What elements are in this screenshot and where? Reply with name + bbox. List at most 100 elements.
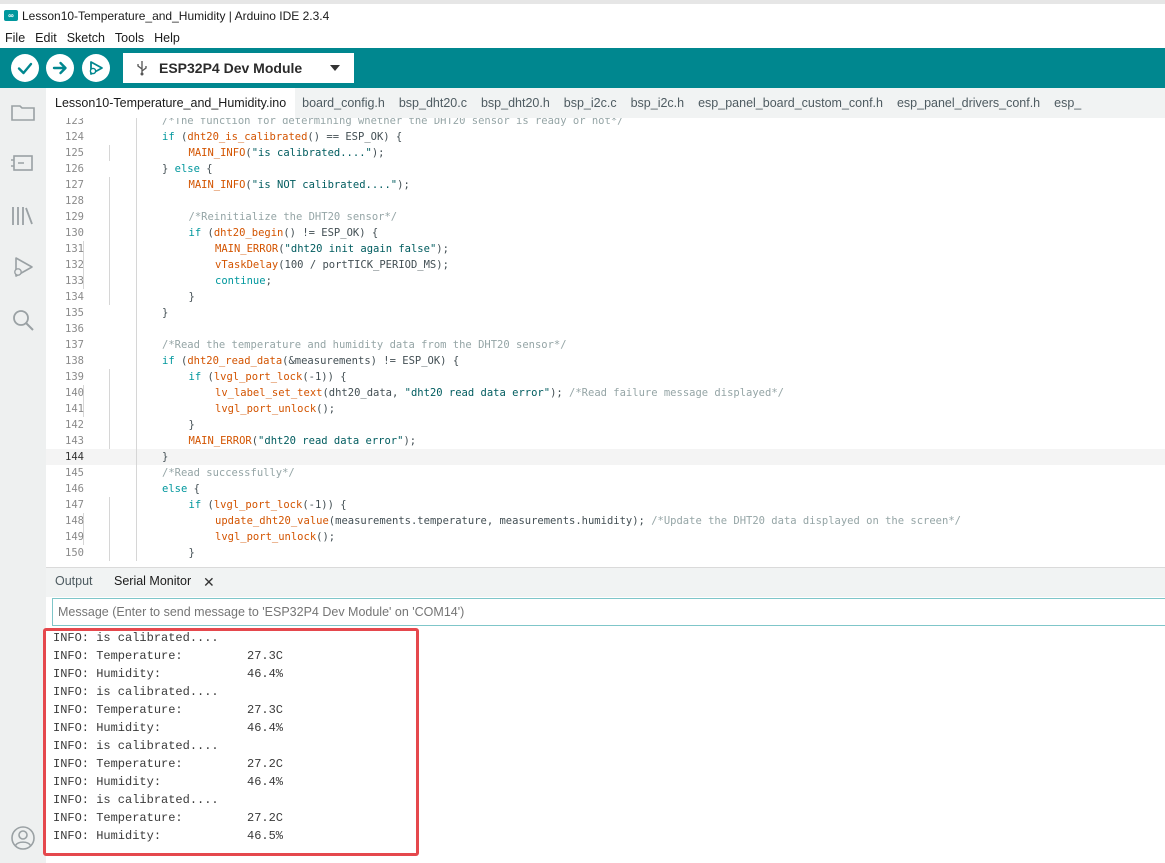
menu-tools[interactable]: Tools: [110, 31, 149, 45]
serial-message-input[interactable]: [52, 598, 1165, 626]
code-line[interactable]: 145 /*Read successfully*/: [46, 465, 1165, 481]
line-number: 139: [65, 371, 84, 383]
indent-guide: [135, 369, 137, 385]
tab-bsp-dht20-c[interactable]: bsp_dht20.c: [392, 88, 474, 118]
code-line[interactable]: 142}: [46, 417, 1165, 433]
code-editor[interactable]: 123 /*The function for determining whethe…: [46, 118, 1165, 566]
line-number: 127: [65, 179, 84, 191]
line-number: 148: [65, 515, 84, 527]
line-number: 138: [65, 355, 84, 367]
code-line[interactable]: 125 MAIN_INFO("is calibrated....");: [46, 145, 1165, 161]
chevron-down-icon: [330, 65, 340, 71]
close-icon[interactable]: ✕: [203, 574, 215, 591]
search-icon[interactable]: [10, 307, 36, 333]
indent-guide: [135, 385, 137, 401]
code-line[interactable]: 132 vTaskDelay(100 / portTICK_PERIOD_MS);: [46, 257, 1165, 273]
line-number: 126: [65, 163, 84, 175]
tab-output[interactable]: Output: [55, 574, 93, 588]
indent-guide: [135, 305, 137, 321]
indent-guide: [135, 129, 137, 145]
menu-file[interactable]: File: [0, 31, 30, 45]
code-text: }: [162, 451, 169, 463]
tab-board-config-h[interactable]: board_config.h: [295, 88, 392, 118]
line-number: 135: [65, 307, 84, 319]
indent-guide: [135, 433, 137, 449]
line-number: 145: [65, 467, 84, 479]
indent-guide: [135, 465, 137, 481]
line-number: 149: [65, 531, 84, 543]
line-number: 123: [65, 118, 84, 127]
code-line[interactable]: 146 else {: [46, 481, 1165, 497]
toolbar: ESP32P4 Dev Module: [0, 48, 1165, 88]
indent-guide: [135, 497, 137, 513]
tab-bsp-i2c-h[interactable]: bsp_i2c.h: [624, 88, 692, 118]
line-number: 133: [65, 275, 84, 287]
code-line[interactable]: 129 /*Reinitialize the DHT20 sensor*/: [46, 209, 1165, 225]
tab-bsp-dht20-h[interactable]: bsp_dht20.h: [474, 88, 557, 118]
code-line[interactable]: 137 /*Read the temperature and humidity d…: [46, 337, 1165, 353]
code-text: }: [162, 307, 169, 319]
boards-manager-icon[interactable]: [10, 150, 36, 176]
code-line[interactable]: 123 /*The function for determining whethe…: [46, 118, 1165, 129]
tab-esp-overflow[interactable]: esp_: [1047, 88, 1088, 118]
highlight-annotation-box: [43, 628, 419, 856]
code-line[interactable]: 130 if (dht20_begin() != ESP_OK) {: [46, 225, 1165, 241]
line-number: 130: [65, 227, 84, 239]
code-line[interactable]: 134}: [46, 289, 1165, 305]
tab-bsp-i2c-c[interactable]: bsp_i2c.c: [557, 88, 624, 118]
code-text: /*The function for determining whether t…: [162, 118, 624, 127]
indent-guide: [109, 385, 110, 401]
code-line[interactable]: 147 if (lvgl_port_lock(-1)) {: [46, 497, 1165, 513]
code-text: if (lvgl_port_lock(-1)) {: [188, 371, 347, 383]
code-line[interactable]: 143 MAIN_ERROR("dht20 read data error");: [46, 433, 1165, 449]
indent-guide: [109, 145, 110, 161]
menu-edit[interactable]: Edit: [30, 31, 62, 45]
indent-guide: [135, 161, 137, 177]
indent-guide: [135, 118, 137, 129]
indent-guide: [109, 241, 110, 257]
code-line[interactable]: 150}: [46, 545, 1165, 561]
debug-icon[interactable]: [10, 254, 36, 280]
code-line[interactable]: 131 MAIN_ERROR("dht20 init again false");: [46, 241, 1165, 257]
arduino-logo-icon: ∞: [4, 10, 18, 21]
indent-guide: [109, 225, 110, 241]
tab-lesson10-ino[interactable]: Lesson10-Temperature_and_Humidity.ino: [46, 88, 296, 118]
sketchbook-folder-icon[interactable]: [10, 99, 36, 125]
library-manager-icon[interactable]: [10, 203, 36, 229]
tab-esp-panel-board-custom-conf-h[interactable]: esp_panel_board_custom_conf.h: [691, 88, 890, 118]
tab-esp-panel-drivers-conf-h[interactable]: esp_panel_drivers_conf.h: [890, 88, 1047, 118]
indent-guide: [109, 513, 110, 529]
code-line[interactable]: 136: [46, 321, 1165, 337]
panel-tab-bar: Output Serial Monitor ✕: [46, 567, 1165, 597]
account-icon[interactable]: [10, 825, 36, 851]
debug-button[interactable]: [82, 54, 110, 82]
code-text: vTaskDelay(100 / portTICK_PERIOD_MS);: [215, 259, 449, 271]
code-line[interactable]: 127 MAIN_INFO("is NOT calibrated....");: [46, 177, 1165, 193]
code-line[interactable]: 141 lvgl_port_unlock();: [46, 401, 1165, 417]
upload-button[interactable]: [46, 54, 74, 82]
indent-guide: [109, 369, 110, 385]
code-line[interactable]: 124 if (dht20_is_calibrated() == ESP_OK) …: [46, 129, 1165, 145]
code-line[interactable]: 144}: [46, 449, 1165, 465]
left-sidebar: [0, 88, 46, 863]
line-number: 129: [65, 211, 84, 223]
code-line[interactable]: 138 if (dht20_read_data(&measurements) !=…: [46, 353, 1165, 369]
code-line[interactable]: 140 lv_label_set_text(dht20_data, "dht20 …: [46, 385, 1165, 401]
menu-help[interactable]: Help: [149, 31, 185, 45]
board-selector[interactable]: ESP32P4 Dev Module: [123, 53, 354, 83]
verify-button[interactable]: [11, 54, 39, 82]
tab-serial-monitor[interactable]: Serial Monitor: [114, 574, 191, 588]
line-number: 128: [65, 195, 84, 207]
code-line[interactable]: 148 update_dht20_value(measurements.tempe…: [46, 513, 1165, 529]
code-line[interactable]: 135}: [46, 305, 1165, 321]
code-line[interactable]: 139 if (lvgl_port_lock(-1)) {: [46, 369, 1165, 385]
line-number: 136: [65, 323, 84, 335]
code-text: } else {: [162, 163, 213, 175]
code-line[interactable]: 128: [46, 193, 1165, 209]
line-number: 143: [65, 435, 84, 447]
menu-sketch[interactable]: Sketch: [62, 31, 110, 45]
code-line[interactable]: 133 continue;: [46, 273, 1165, 289]
indent-guide: [135, 289, 137, 305]
code-line[interactable]: 126 } else {: [46, 161, 1165, 177]
code-line[interactable]: 149 lvgl_port_unlock();: [46, 529, 1165, 545]
